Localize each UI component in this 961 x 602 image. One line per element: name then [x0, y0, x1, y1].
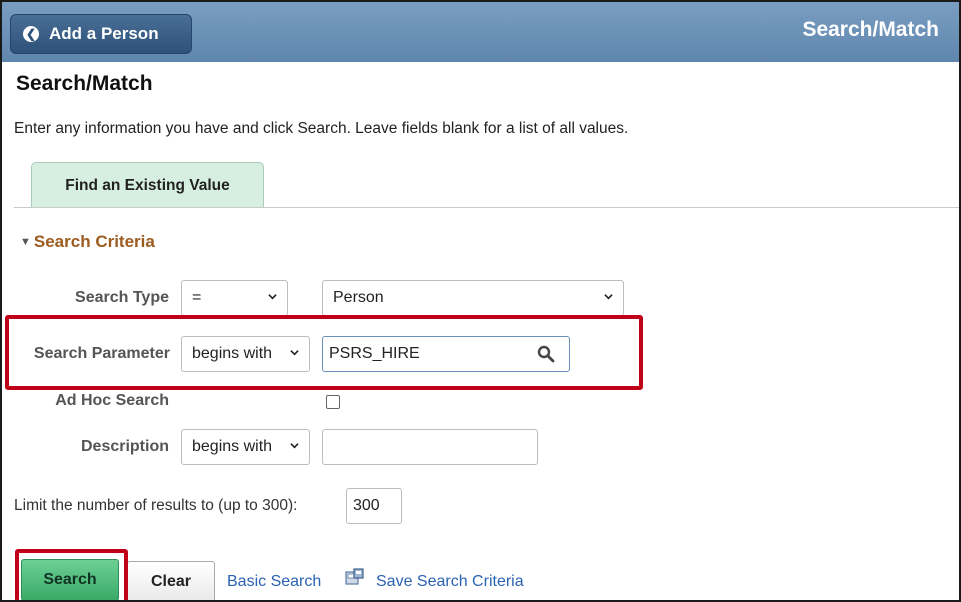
search-parameter-operator-select[interactable]: begins with	[181, 336, 310, 372]
header-title: Search/Match	[802, 18, 939, 41]
search-type-value-select[interactable]: Person	[322, 280, 624, 316]
back-button-label: Add a Person	[49, 24, 159, 43]
chevron-down-icon	[268, 294, 277, 300]
search-type-operator-select[interactable]: =	[181, 280, 288, 316]
search-type-operator-value: =	[192, 289, 202, 306]
chevron-down-icon	[290, 443, 299, 449]
tab-find-existing-value[interactable]: Find an Existing Value	[31, 162, 264, 208]
description-operator-value: begins with	[192, 438, 273, 455]
limit-results-input[interactable]: 300	[346, 488, 402, 524]
triangle-down-icon: ▼	[20, 236, 31, 248]
search-type-value: Person	[333, 289, 384, 306]
search-parameter-input[interactable]: PSRS_HIRE	[322, 336, 570, 372]
search-button[interactable]: Search	[21, 559, 119, 600]
save-criteria-icon[interactable]	[345, 568, 365, 586]
limit-results-value: 300	[353, 497, 380, 514]
add-a-person-back-button[interactable]: ❮ Add a Person	[10, 14, 192, 54]
page-frame: ❮ Add a Person Search/Match Search/Match…	[0, 0, 961, 602]
search-icon[interactable]	[537, 345, 555, 363]
clear-button[interactable]: Clear	[127, 561, 215, 600]
page-title: Search/Match	[16, 72, 153, 95]
search-parameter-label: Search Parameter	[33, 345, 170, 362]
ad-hoc-search-label: Ad Hoc Search	[55, 392, 169, 409]
chevron-down-icon	[604, 294, 613, 300]
search-parameter-operator-value: begins with	[192, 345, 273, 362]
search-type-label: Search Type	[75, 289, 169, 306]
chevron-down-icon	[290, 350, 299, 356]
description-input[interactable]	[322, 429, 538, 465]
chevron-left-icon: ❮	[23, 26, 39, 42]
tab-divider	[14, 207, 959, 208]
header-bar: ❮ Add a Person Search/Match	[2, 2, 959, 62]
ad-hoc-search-checkbox[interactable]	[326, 395, 340, 409]
basic-search-link[interactable]: Basic Search	[227, 573, 321, 591]
limit-results-label: Limit the number of results to (up to 30…	[14, 497, 298, 514]
search-criteria-heading: Search Criteria	[33, 232, 155, 251]
search-parameter-value: PSRS_HIRE	[329, 345, 420, 362]
page-instructions: Enter any information you have and click…	[14, 120, 629, 137]
search-criteria-toggle[interactable]: ▼ Search Criteria	[20, 232, 155, 252]
description-operator-select[interactable]: begins with	[181, 429, 310, 465]
save-search-criteria-link[interactable]: Save Search Criteria	[376, 573, 524, 591]
description-label: Description	[80, 438, 169, 455]
